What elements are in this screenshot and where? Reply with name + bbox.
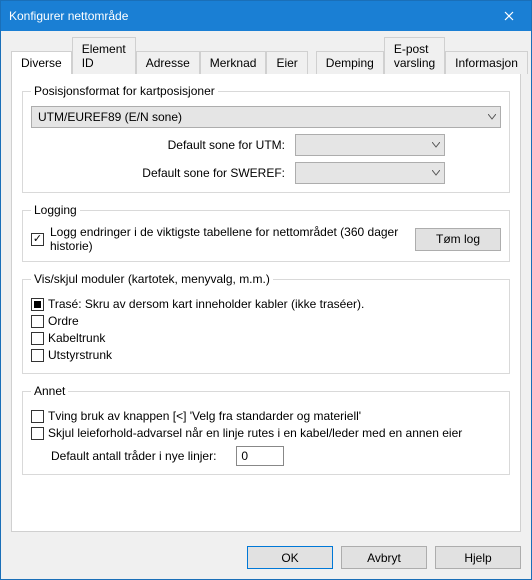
hide-lease-warning-checkbox[interactable]	[31, 427, 44, 440]
module-kabeltrunk-label: Kabeltrunk	[48, 331, 105, 345]
default-threads-input[interactable]	[236, 446, 284, 466]
force-button-label: Tving bruk av knappen [<] 'Velg fra stan…	[48, 409, 361, 423]
cancel-button[interactable]: Avbryt	[341, 546, 427, 569]
group-logging: Logging Logg endringer i de viktigste ta…	[22, 203, 510, 262]
module-trase-label: Trasé: Skru av dersom kart inneholder ka…	[48, 297, 364, 311]
position-format-value: UTM/EUREF89 (E/N sone)	[38, 110, 182, 124]
tab-demping[interactable]: Demping	[316, 51, 384, 74]
hide-lease-warning-label: Skjul leieforhold-advarsel når en linje …	[48, 426, 462, 440]
utm-zone-select[interactable]	[295, 134, 445, 156]
clear-log-button[interactable]: Tøm log	[415, 228, 501, 251]
sweref-zone-label: Default sone for SWEREF:	[31, 166, 291, 180]
dialog-footer: OK Avbryt Hjelp	[1, 538, 531, 579]
log-changes-label: Logg endringer i de viktigste tabellene …	[50, 225, 409, 253]
tab-merknad[interactable]: Merknad	[200, 51, 267, 74]
help-button[interactable]: Hjelp	[435, 546, 521, 569]
window-title: Konfigurer nettområde	[9, 9, 128, 23]
log-changes-checkbox[interactable]	[31, 233, 44, 246]
tab-epost-varsling[interactable]: E-post varsling	[384, 37, 445, 74]
group-position-format-legend: Posisjonsformat for kartposisjoner	[31, 84, 218, 98]
module-utstyrstrunk-label: Utstyrstrunk	[48, 348, 112, 362]
tab-adresse[interactable]: Adresse	[136, 51, 200, 74]
group-modules-legend: Vis/skjul moduler (kartotek, menyvalg, m…	[31, 272, 273, 286]
tab-bar: Diverse Element ID Adresse Merknad Eier …	[1, 31, 531, 74]
default-threads-label: Default antall tråder i nye linjer:	[51, 449, 216, 463]
group-annet-legend: Annet	[31, 384, 68, 398]
close-button[interactable]	[486, 1, 531, 31]
ok-button[interactable]: OK	[247, 546, 333, 569]
titlebar: Konfigurer nettområde	[1, 1, 531, 31]
dialog-window: Konfigurer nettområde Diverse Element ID…	[0, 0, 532, 580]
tab-diverse[interactable]: Diverse	[11, 51, 72, 74]
group-logging-legend: Logging	[31, 203, 80, 217]
sweref-zone-select[interactable]	[295, 162, 445, 184]
group-modules: Vis/skjul moduler (kartotek, menyvalg, m…	[22, 272, 510, 374]
tab-element-id[interactable]: Element ID	[72, 37, 136, 74]
module-utstyrstrunk-checkbox[interactable]	[31, 349, 44, 362]
module-ordre-checkbox[interactable]	[31, 315, 44, 328]
position-format-select[interactable]: UTM/EUREF89 (E/N sone)	[31, 106, 501, 128]
chevron-down-icon	[432, 142, 440, 148]
module-kabeltrunk-checkbox[interactable]	[31, 332, 44, 345]
force-button-checkbox[interactable]	[31, 410, 44, 423]
chevron-down-icon	[488, 114, 496, 120]
chevron-down-icon	[432, 170, 440, 176]
module-ordre-label: Ordre	[48, 314, 79, 328]
close-icon	[504, 11, 514, 21]
tab-panel-diverse: Posisjonsformat for kartposisjoner UTM/E…	[11, 74, 521, 532]
group-annet: Annet Tving bruk av knappen [<] 'Velg fr…	[22, 384, 510, 475]
group-position-format: Posisjonsformat for kartposisjoner UTM/E…	[22, 84, 510, 193]
module-trase-checkbox[interactable]	[31, 298, 44, 311]
utm-zone-label: Default sone for UTM:	[31, 138, 291, 152]
tab-informasjon[interactable]: Informasjon	[445, 51, 528, 74]
tab-eier[interactable]: Eier	[266, 51, 307, 74]
